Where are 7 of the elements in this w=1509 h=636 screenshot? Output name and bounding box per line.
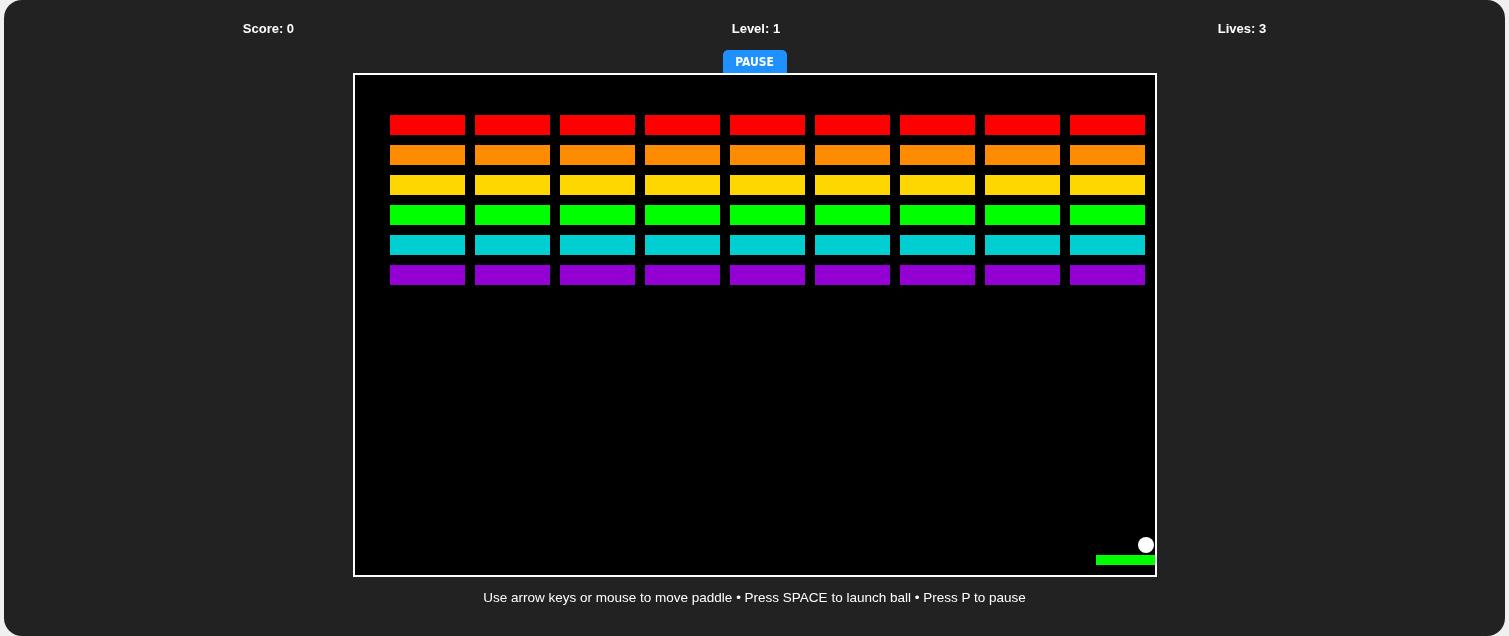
level-label: Level: 1: [731, 21, 781, 37]
lives-label: Lives: 3: [1217, 21, 1267, 37]
paddle[interactable]: [1095, 555, 1155, 565]
score-label: Score: 0: [242, 21, 295, 37]
pause-button[interactable]: PAUSE: [722, 50, 787, 73]
instructions-text: Use arrow keys or mouse to move paddle • Press SPACE to launch ball • Press P to pause: [483, 590, 1026, 606]
ball: [1137, 537, 1154, 553]
